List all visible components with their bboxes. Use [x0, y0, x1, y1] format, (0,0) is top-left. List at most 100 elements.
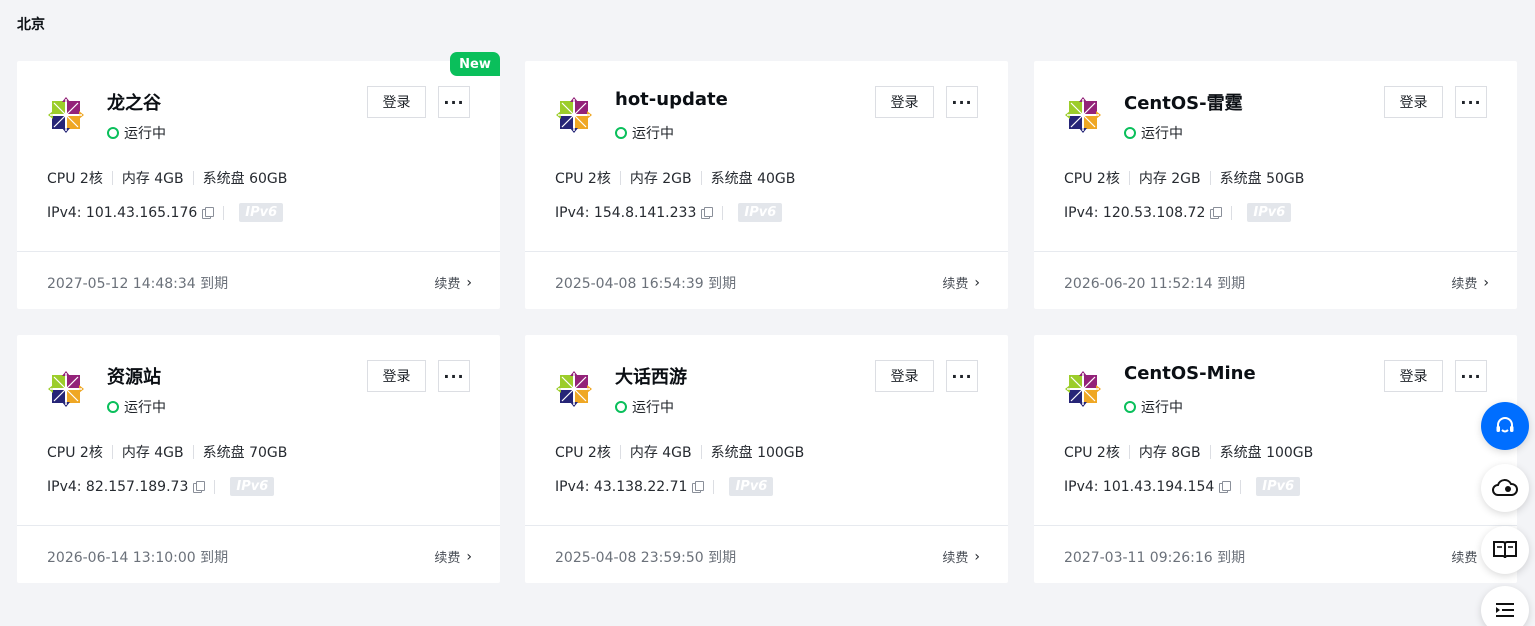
- ip-line: IPv4: 82.157.189.73 IPv6: [47, 477, 275, 496]
- instance-specs: CPU 2核 内存 2GB 系统盘 40GB: [555, 168, 795, 188]
- copy-icon[interactable]: [193, 480, 206, 493]
- instance-card: 龙之谷 运行中 登录 ··· CPU 2核 内存 4GB 系统盘 60GB IP…: [17, 61, 500, 309]
- disk-spec: 系统盘 60GB: [202, 171, 288, 187]
- ipv6-badge: IPv6: [729, 477, 774, 496]
- new-badge: New: [450, 52, 500, 76]
- status-running: 运行中: [1124, 397, 1183, 417]
- ipv4-address: IPv4: 154.8.141.233: [555, 204, 697, 221]
- chevron-right-icon: ›: [974, 548, 980, 565]
- card-divider: [1034, 251, 1517, 252]
- card-divider: [525, 251, 1008, 252]
- status-dot-icon: [107, 127, 119, 139]
- disk-spec: 系统盘 100GB: [710, 445, 805, 461]
- ipv6-badge: IPv6: [1247, 203, 1292, 222]
- login-button[interactable]: 登录: [875, 86, 934, 118]
- status-dot-icon: [615, 127, 627, 139]
- memory-spec: 内存 2GB: [1138, 171, 1201, 187]
- renew-link[interactable]: 续费›: [1451, 273, 1489, 293]
- collapse-menu-icon: [1496, 603, 1514, 617]
- ipv4-address: IPv4: 101.43.165.176: [47, 204, 198, 221]
- status-dot-icon: [1124, 127, 1136, 139]
- copy-icon[interactable]: [1210, 206, 1223, 219]
- collapse-menu-button[interactable]: [1481, 586, 1529, 626]
- instance-name[interactable]: CentOS-Mine: [1124, 363, 1256, 384]
- instance-card: 资源站 运行中 登录 ··· CPU 2核 内存 4GB 系统盘 70GB IP…: [17, 335, 500, 583]
- login-button[interactable]: 登录: [367, 360, 426, 392]
- ipv6-badge: IPv6: [239, 203, 284, 222]
- instance-specs: CPU 2核 内存 2GB 系统盘 50GB: [1064, 168, 1304, 188]
- instance-name[interactable]: 大话西游: [615, 363, 687, 389]
- login-button[interactable]: 登录: [1384, 86, 1443, 118]
- instance-card: hot-update 运行中 登录 ··· CPU 2核 内存 2GB 系统盘 …: [525, 61, 1008, 309]
- more-actions-button[interactable]: ···: [438, 360, 470, 392]
- disk-spec: 系统盘 100GB: [1219, 445, 1314, 461]
- status-dot-icon: [1124, 401, 1136, 413]
- ip-line: IPv4: 101.43.194.154 IPv6: [1064, 477, 1301, 496]
- support-button[interactable]: [1481, 402, 1529, 450]
- ip-line: IPv4: 43.138.22.71 IPv6: [555, 477, 774, 496]
- copy-icon[interactable]: [692, 480, 705, 493]
- instance-specs: CPU 2核 内存 4GB 系统盘 70GB: [47, 442, 287, 462]
- memory-spec: 内存 8GB: [1138, 445, 1201, 461]
- memory-spec: 内存 4GB: [121, 171, 184, 187]
- renew-link[interactable]: 续费›: [434, 547, 472, 567]
- chevron-right-icon: ›: [466, 548, 472, 565]
- book-icon: [1493, 541, 1517, 559]
- expire-time: 2027-03-11 09:26:16 到期: [1064, 550, 1246, 566]
- chevron-right-icon: ›: [974, 274, 980, 291]
- copy-icon[interactable]: [202, 206, 215, 219]
- centos-logo-icon: [1065, 371, 1101, 407]
- cloud-bell-icon: [1492, 479, 1518, 496]
- status-running: 运行中: [615, 123, 674, 143]
- copy-icon[interactable]: [701, 206, 714, 219]
- copy-icon[interactable]: [1219, 480, 1232, 493]
- login-button[interactable]: 登录: [367, 86, 426, 118]
- login-button[interactable]: 登录: [875, 360, 934, 392]
- status-running: 运行中: [1124, 123, 1183, 143]
- card-divider: [17, 525, 500, 526]
- docs-button[interactable]: [1481, 526, 1529, 574]
- more-actions-button[interactable]: ···: [946, 86, 978, 118]
- status-dot-icon: [615, 401, 627, 413]
- more-actions-button[interactable]: ···: [1455, 360, 1487, 392]
- login-button[interactable]: 登录: [1384, 360, 1443, 392]
- cloud-notice-button[interactable]: [1481, 464, 1529, 512]
- cpu-spec: CPU 2核: [1064, 445, 1120, 461]
- centos-logo-icon: [48, 371, 84, 407]
- instance-card: CentOS-雷霆 运行中 登录 ··· CPU 2核 内存 2GB 系统盘 5…: [1034, 61, 1517, 309]
- instance-name[interactable]: CentOS-雷霆: [1124, 89, 1243, 115]
- centos-logo-icon: [556, 371, 592, 407]
- renew-link[interactable]: 续费›: [434, 273, 472, 293]
- centos-logo-icon: [1065, 97, 1101, 133]
- chevron-right-icon: ›: [466, 274, 472, 291]
- disk-spec: 系统盘 70GB: [202, 445, 288, 461]
- region-title: 北京: [17, 17, 45, 33]
- more-actions-button[interactable]: ···: [946, 360, 978, 392]
- status-running: 运行中: [615, 397, 674, 417]
- instance-name[interactable]: 资源站: [107, 363, 161, 389]
- instance-specs: CPU 2核 内存 8GB 系统盘 100GB: [1064, 442, 1313, 462]
- ipv4-address: IPv4: 101.43.194.154: [1064, 478, 1215, 495]
- instance-specs: CPU 2核 内存 4GB 系统盘 60GB: [47, 168, 287, 188]
- status-running: 运行中: [107, 123, 166, 143]
- status-dot-icon: [107, 401, 119, 413]
- headset-support-icon: [1496, 417, 1514, 433]
- ipv6-badge: IPv6: [738, 203, 783, 222]
- card-divider: [1034, 525, 1517, 526]
- card-divider: [525, 525, 1008, 526]
- instance-card: 大话西游 运行中 登录 ··· CPU 2核 内存 4GB 系统盘 100GB …: [525, 335, 1008, 583]
- status-running: 运行中: [107, 397, 166, 417]
- disk-spec: 系统盘 50GB: [1219, 171, 1305, 187]
- more-actions-button[interactable]: ···: [1455, 86, 1487, 118]
- memory-spec: 内存 4GB: [121, 445, 184, 461]
- instance-card: CentOS-Mine 运行中 登录 ··· CPU 2核 内存 8GB 系统盘…: [1034, 335, 1517, 583]
- cpu-spec: CPU 2核: [555, 171, 611, 187]
- cpu-spec: CPU 2核: [1064, 171, 1120, 187]
- renew-link[interactable]: 续费›: [942, 273, 980, 293]
- ip-line: IPv4: 154.8.141.233 IPv6: [555, 203, 783, 222]
- expire-time: 2026-06-20 11:52:14 到期: [1064, 276, 1246, 292]
- renew-link[interactable]: 续费›: [942, 547, 980, 567]
- more-actions-button[interactable]: ···: [438, 86, 470, 118]
- instance-name[interactable]: hot-update: [615, 89, 728, 110]
- instance-name[interactable]: 龙之谷: [107, 89, 161, 115]
